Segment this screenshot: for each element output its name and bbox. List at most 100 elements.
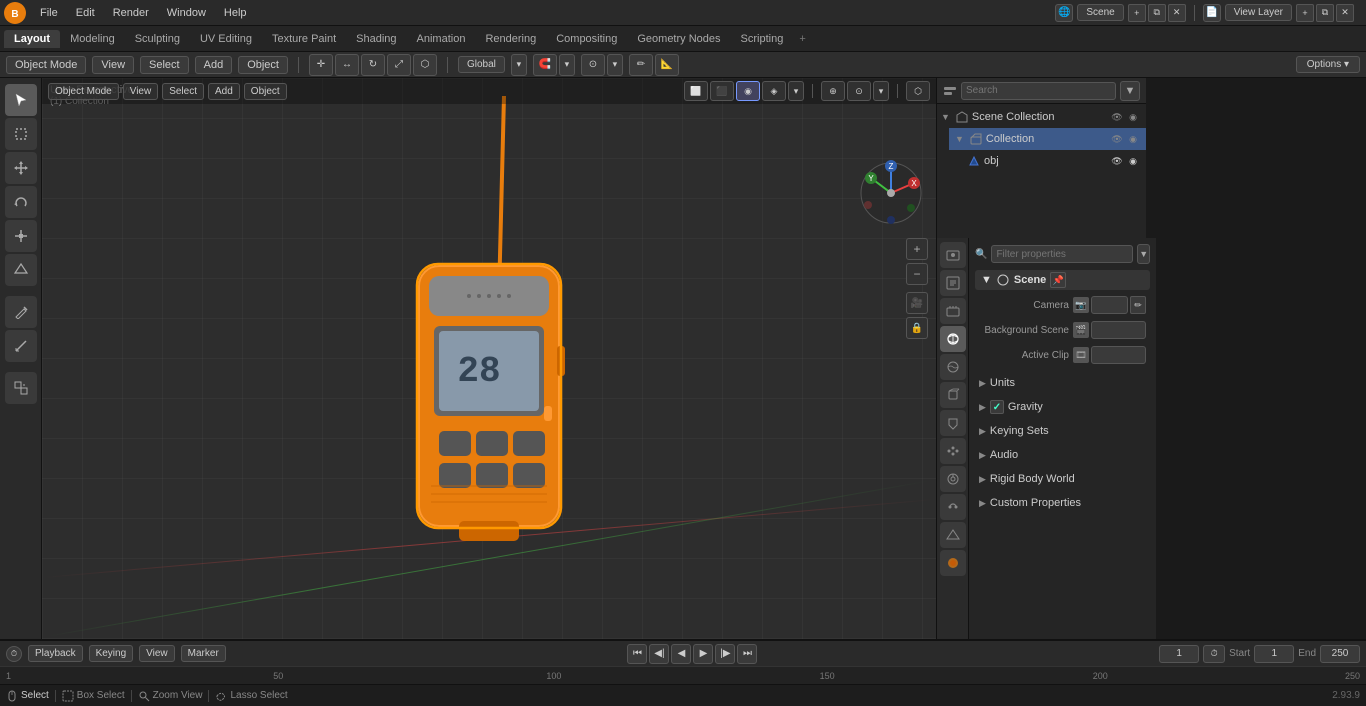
layer-copy-icon[interactable]: ⧉ [1316, 4, 1334, 22]
bg-scene-input[interactable] [1096, 325, 1141, 336]
tab-uv-editing[interactable]: UV Editing [190, 30, 262, 48]
overlay-btn[interactable]: ⊙ [847, 81, 871, 101]
end-frame-input[interactable] [1320, 645, 1360, 663]
outliner-collection[interactable]: ▼ Collection 👁 ◉ [949, 128, 1146, 150]
tab-texture-paint[interactable]: Texture Paint [262, 30, 346, 48]
current-frame-input[interactable] [1159, 645, 1199, 663]
viewport-mode-selector[interactable]: Object Mode [48, 83, 119, 100]
next-keyframe-btn[interactable]: |▶ [715, 644, 735, 664]
wireframe-mode-btn[interactable]: ⬜ [684, 81, 708, 101]
props-tab-particles[interactable] [940, 438, 966, 464]
props-tab-world[interactable] [940, 354, 966, 380]
xray-btn[interactable]: ⬡ [906, 81, 930, 101]
viewport[interactable]: Object Mode View Select Add Object ⬜ ⬛ ◉… [42, 78, 936, 639]
proportional-edit-btn[interactable]: ⊙ [581, 54, 605, 76]
play-reverse-btn[interactable]: ◀ [671, 644, 691, 664]
tab-sculpting[interactable]: Sculpting [125, 30, 190, 48]
camera-view-btn[interactable]: 🎥 [906, 292, 928, 314]
shading-options-btn[interactable]: ▾ [788, 81, 804, 101]
audio-collapse[interactable]: ▶ Audio [975, 444, 1150, 466]
props-pin-btn[interactable]: 📌 [1050, 272, 1066, 288]
menu-edit[interactable]: Edit [68, 5, 103, 21]
scene-section-header[interactable]: ▼ Scene 📌 [975, 270, 1150, 290]
rendered-mode-btn[interactable]: ◈ [762, 81, 786, 101]
tab-animation[interactable]: Animation [407, 30, 476, 48]
active-clip-input[interactable] [1096, 350, 1141, 361]
tab-geometry-nodes[interactable]: Geometry Nodes [627, 30, 730, 48]
camera-value[interactable] [1091, 296, 1128, 314]
tab-shading[interactable]: Shading [346, 30, 406, 48]
transform-tool-btn[interactable] [5, 254, 37, 286]
scale-tool-btn[interactable] [5, 220, 37, 252]
options-btn[interactable]: Options ▾ [1296, 56, 1360, 73]
props-tab-modifier[interactable] [940, 410, 966, 436]
props-filter-btn[interactable]: ▼ [1137, 244, 1150, 264]
jump-end-btn[interactable]: ⏭ [737, 644, 757, 664]
transform-orientation-icon[interactable]: ▾ [511, 54, 527, 76]
tab-modeling[interactable]: Modeling [60, 30, 125, 48]
add-menu-btn[interactable]: Add [195, 56, 233, 74]
solid-mode-btn[interactable]: ⬛ [710, 81, 734, 101]
material-mode-btn[interactable]: ◉ [736, 81, 760, 101]
viewport-object-btn[interactable]: Object [244, 83, 287, 100]
zoom-in-btn[interactable]: + [906, 238, 928, 260]
menu-render[interactable]: Render [105, 5, 157, 21]
scene-del-icon[interactable]: ✕ [1168, 4, 1186, 22]
units-collapse[interactable]: ▶ Units [975, 372, 1150, 394]
keying-sets-collapse[interactable]: ▶ Keying Sets [975, 420, 1150, 442]
global-transform-btn[interactable]: Global [458, 56, 505, 73]
tab-scripting[interactable]: Scripting [731, 30, 794, 48]
props-search-input[interactable] [991, 245, 1133, 263]
tab-rendering[interactable]: Rendering [475, 30, 546, 48]
collection-eye-icon[interactable]: 👁 [1110, 132, 1124, 146]
navigation-gizmo[interactable]: X Y Z [856, 158, 926, 228]
camera-edit-btn[interactable]: ✏ [1130, 296, 1146, 314]
scene-collection-eye-icon[interactable]: 👁 [1110, 110, 1124, 124]
menu-help[interactable]: Help [216, 5, 255, 21]
measure-tool-btn[interactable] [5, 330, 37, 362]
props-tab-material[interactable] [940, 550, 966, 576]
custom-props-collapse[interactable]: ▶ Custom Properties [975, 492, 1150, 514]
gizmo-btn[interactable]: ⊕ [821, 81, 845, 101]
outliner-filter-btn[interactable]: ▼ [1120, 81, 1140, 101]
scene-add-icon[interactable]: + [1128, 4, 1146, 22]
move-tool-btn[interactable] [5, 152, 37, 184]
viewport-select-btn[interactable]: Select [162, 83, 204, 100]
props-tab-render[interactable] [940, 242, 966, 268]
keying-menu-btn[interactable]: Keying [89, 645, 134, 662]
select-menu-btn[interactable]: Select [140, 56, 189, 74]
add-object-btn[interactable] [5, 372, 37, 404]
timeline-type-icon[interactable]: ⏱ [6, 646, 22, 662]
object-mode-selector[interactable]: Object Mode [6, 56, 86, 74]
frame-options-btn[interactable]: ⏱ [1203, 645, 1225, 663]
prev-keyframe-btn[interactable]: ◀| [649, 644, 669, 664]
start-frame-input[interactable] [1254, 645, 1294, 663]
view-layer-selector[interactable]: View Layer [1225, 4, 1292, 21]
box-select-btn[interactable] [5, 118, 37, 150]
outliner-search-input[interactable] [961, 82, 1116, 100]
props-tab-data[interactable] [940, 522, 966, 548]
props-tab-constraints[interactable] [940, 494, 966, 520]
jump-start-btn[interactable]: ⏮ [627, 644, 647, 664]
props-tab-physics[interactable] [940, 466, 966, 492]
scene-copy-icon[interactable]: ⧉ [1148, 4, 1166, 22]
view-menu-btn[interactable]: View [139, 645, 175, 662]
obj-eye-icon[interactable]: 👁 [1110, 154, 1124, 168]
playback-menu-btn[interactable]: Playback [28, 645, 83, 662]
layer-del-icon[interactable]: ✕ [1336, 4, 1354, 22]
viewport-view-btn[interactable]: View [123, 83, 159, 100]
active-clip-value[interactable] [1091, 346, 1146, 364]
props-tab-object[interactable] [940, 382, 966, 408]
collection-render-icon[interactable]: ◉ [1126, 132, 1140, 146]
gravity-collapse[interactable]: ▶ ✓ Gravity [975, 396, 1150, 418]
rotate-tool-btn[interactable] [5, 186, 37, 218]
rigid-body-collapse[interactable]: ▶ Rigid Body World [975, 468, 1150, 490]
annotation-btn[interactable]: ✏ [629, 54, 653, 76]
tab-compositing[interactable]: Compositing [546, 30, 627, 48]
measure-btn[interactable]: 📐 [655, 54, 679, 76]
viewport-add-btn[interactable]: Add [208, 83, 240, 100]
obj-render-icon[interactable]: ◉ [1126, 154, 1140, 168]
outliner-obj[interactable]: obj 👁 ◉ [937, 150, 1146, 172]
props-tab-scene[interactable] [940, 326, 966, 352]
marker-menu-btn[interactable]: Marker [181, 645, 226, 662]
